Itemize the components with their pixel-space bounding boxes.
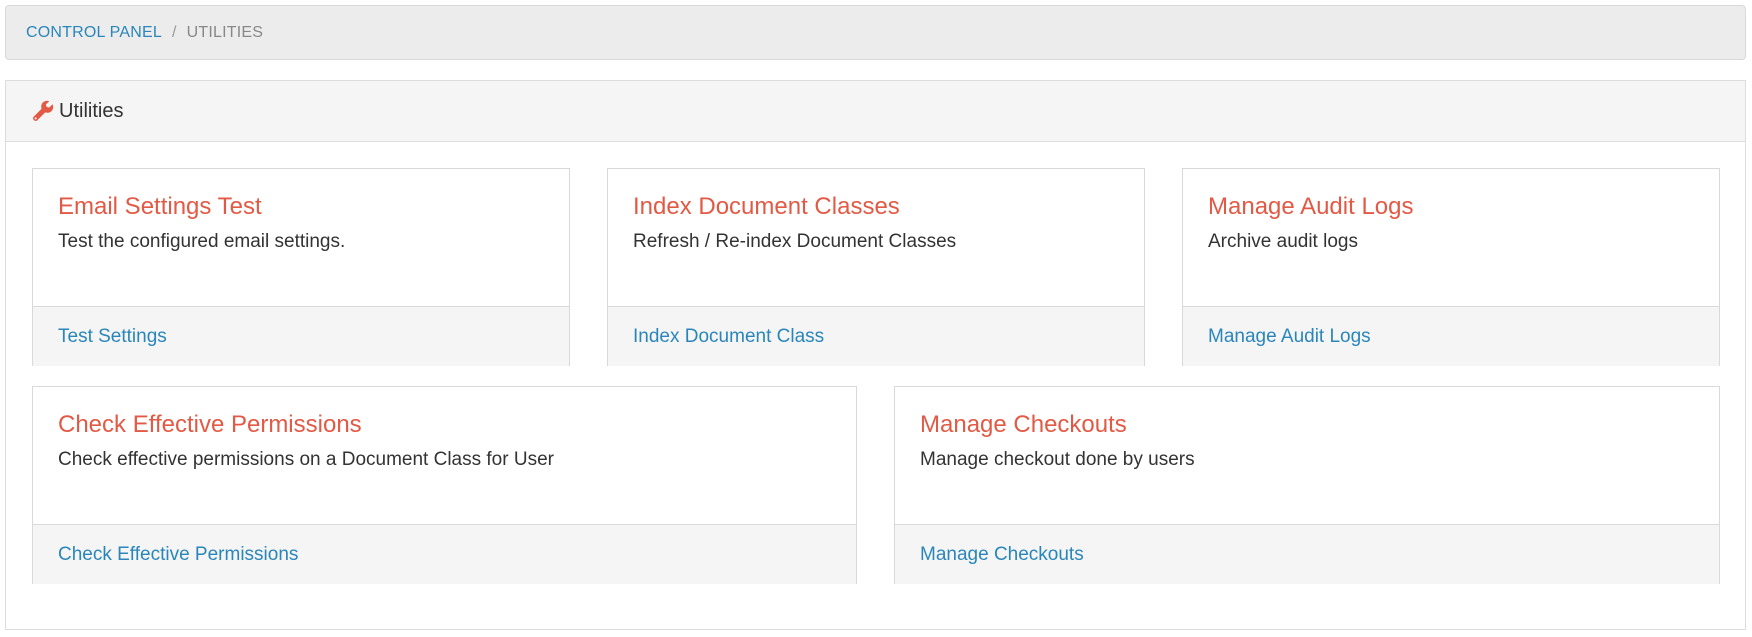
index-document-class-link[interactable]: Index Document Class [633,326,824,348]
card-description: Refresh / Re-index Document Classes [633,231,957,252]
card-description: Archive audit logs [1208,231,1358,252]
card-manage-audit-logs: Manage Audit Logs Archive audit logs Man… [1182,168,1720,366]
manage-checkouts-link[interactable]: Manage Checkouts [920,544,1084,566]
test-settings-link[interactable]: Test Settings [58,326,167,348]
card-manage-checkouts: Manage Checkouts Manage checkout done by… [894,386,1720,584]
utilities-panel: Utilities Email Settings Test Test the c… [5,80,1746,630]
card-check-effective-permissions: Check Effective Permissions Check effect… [32,386,857,584]
card-title: Email Settings Test [58,193,262,220]
card-title: Manage Checkouts [920,411,1127,438]
card-title: Manage Audit Logs [1208,193,1414,220]
card-index-document-classes: Index Document Classes Refresh / Re-inde… [607,168,1145,366]
card-description: Test the configured email settings. [58,231,346,252]
wrench-icon [31,99,55,123]
card-description: Check effective permissions on a Documen… [58,449,554,470]
breadcrumb: CONTROL PANEL / UTILITIES [5,5,1746,60]
panel-title: Utilities [59,99,124,122]
manage-audit-logs-link[interactable]: Manage Audit Logs [1208,326,1371,348]
breadcrumb-current: UTILITIES [186,23,264,41]
panel-heading: Utilities [6,81,1745,142]
card-title: Check Effective Permissions [58,411,362,438]
check-effective-permissions-link[interactable]: Check Effective Permissions [58,544,298,566]
card-email-settings-test: Email Settings Test Test the configured … [32,168,570,366]
card-description: Manage checkout done by users [920,449,1195,470]
breadcrumb-separator: / [171,23,177,41]
breadcrumb-control-panel-link[interactable]: CONTROL PANEL [26,24,162,42]
card-title: Index Document Classes [633,193,900,220]
